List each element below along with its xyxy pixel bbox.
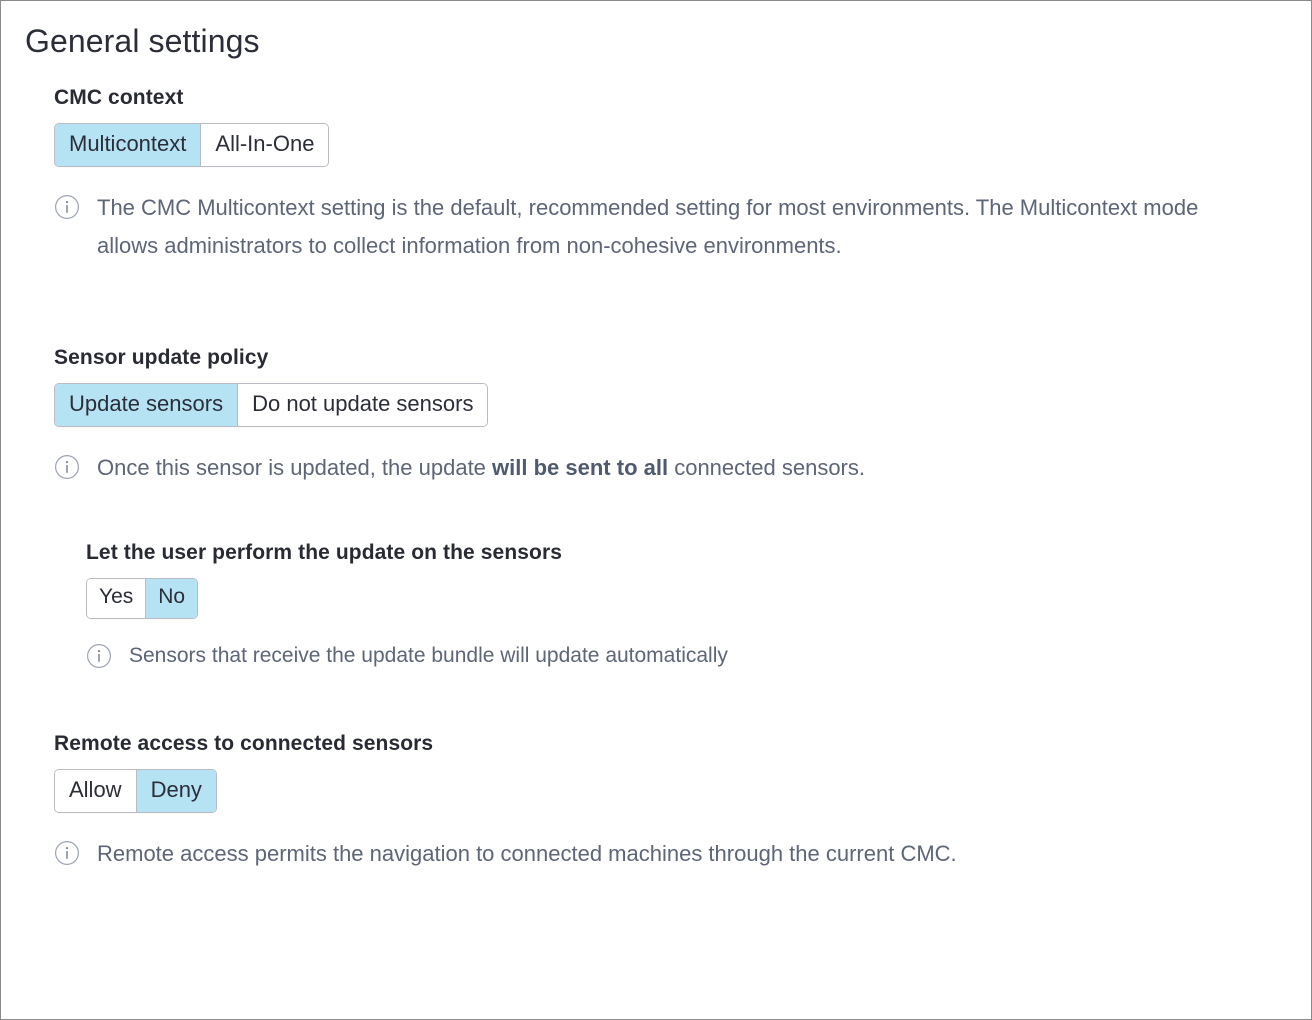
toggle-cmc-context[interactable]: Multicontext All-In-One — [54, 122, 330, 167]
toggle-user-perform-update[interactable]: Yes No — [86, 578, 199, 619]
toggle-option-allow[interactable]: Allow — [55, 770, 137, 813]
toggle-option-multicontext[interactable]: Multicontext — [55, 123, 202, 166]
info-text-part: The CMC Multicontext setting is the defa… — [97, 194, 1199, 258]
info-text-sensor-update-policy: Once this sensor is updated, the update … — [97, 449, 865, 487]
info-row-user-perform-update: Sensors that receive the update bundle w… — [86, 638, 1311, 674]
info-text-emphasis: will be sent to all — [492, 455, 669, 481]
info-text-cmc-context: The CMC Multicontext setting is the defa… — [97, 189, 1247, 265]
general-settings-panel: General settings CMC context Multicontex… — [0, 0, 1312, 1020]
section-remote-access: Remote access to connected sensors Allow… — [54, 732, 1311, 873]
toggle-option-deny[interactable]: Deny — [136, 770, 216, 813]
toggle-sensor-update-policy[interactable]: Update sensors Do not update sensors — [54, 383, 489, 428]
page-title: General settings — [25, 23, 260, 59]
info-text-user-perform-update: Sensors that receive the update bundle w… — [129, 638, 728, 674]
toggle-option-all-in-one[interactable]: All-In-One — [201, 123, 329, 166]
info-circle-icon — [86, 643, 112, 669]
info-text-part: Sensors that receive the update bundle w… — [129, 643, 728, 667]
info-circle-icon — [54, 840, 80, 866]
subsection-user-perform-update: Let the user perform the update on the s… — [86, 541, 1311, 674]
info-row-remote-access: Remote access permits the navigation to … — [54, 835, 1311, 873]
toggle-option-yes[interactable]: Yes — [87, 579, 147, 618]
info-circle-icon — [54, 194, 80, 220]
toggle-option-update-sensors[interactable]: Update sensors — [55, 384, 239, 427]
info-text-part: Remote access permits the navigation to … — [97, 841, 957, 867]
info-row-sensor-update-policy: Once this sensor is updated, the update … — [54, 449, 1311, 487]
info-circle-icon — [54, 454, 80, 480]
info-text-part: Once this sensor is updated, the update — [97, 455, 493, 481]
section-heading-remote-access: Remote access to connected sensors — [54, 732, 434, 756]
section-heading-sensor-update-policy: Sensor update policy — [54, 346, 269, 370]
section-cmc-context: CMC context Multicontext All-In-One The … — [54, 86, 1311, 265]
subsection-heading-user-perform-update: Let the user perform the update on the s… — [86, 541, 563, 565]
info-text-remote-access: Remote access permits the navigation to … — [97, 835, 957, 873]
info-text-part: connected sensors. — [668, 455, 865, 481]
section-sensor-update-policy: Sensor update policy Update sensors Do n… — [54, 346, 1311, 674]
toggle-remote-access[interactable]: Allow Deny — [54, 769, 217, 814]
info-row-cmc-context: The CMC Multicontext setting is the defa… — [54, 189, 1311, 265]
section-heading-cmc-context: CMC context — [54, 85, 184, 109]
toggle-option-do-not-update-sensors[interactable]: Do not update sensors — [238, 384, 488, 427]
toggle-option-no[interactable]: No — [146, 579, 198, 618]
